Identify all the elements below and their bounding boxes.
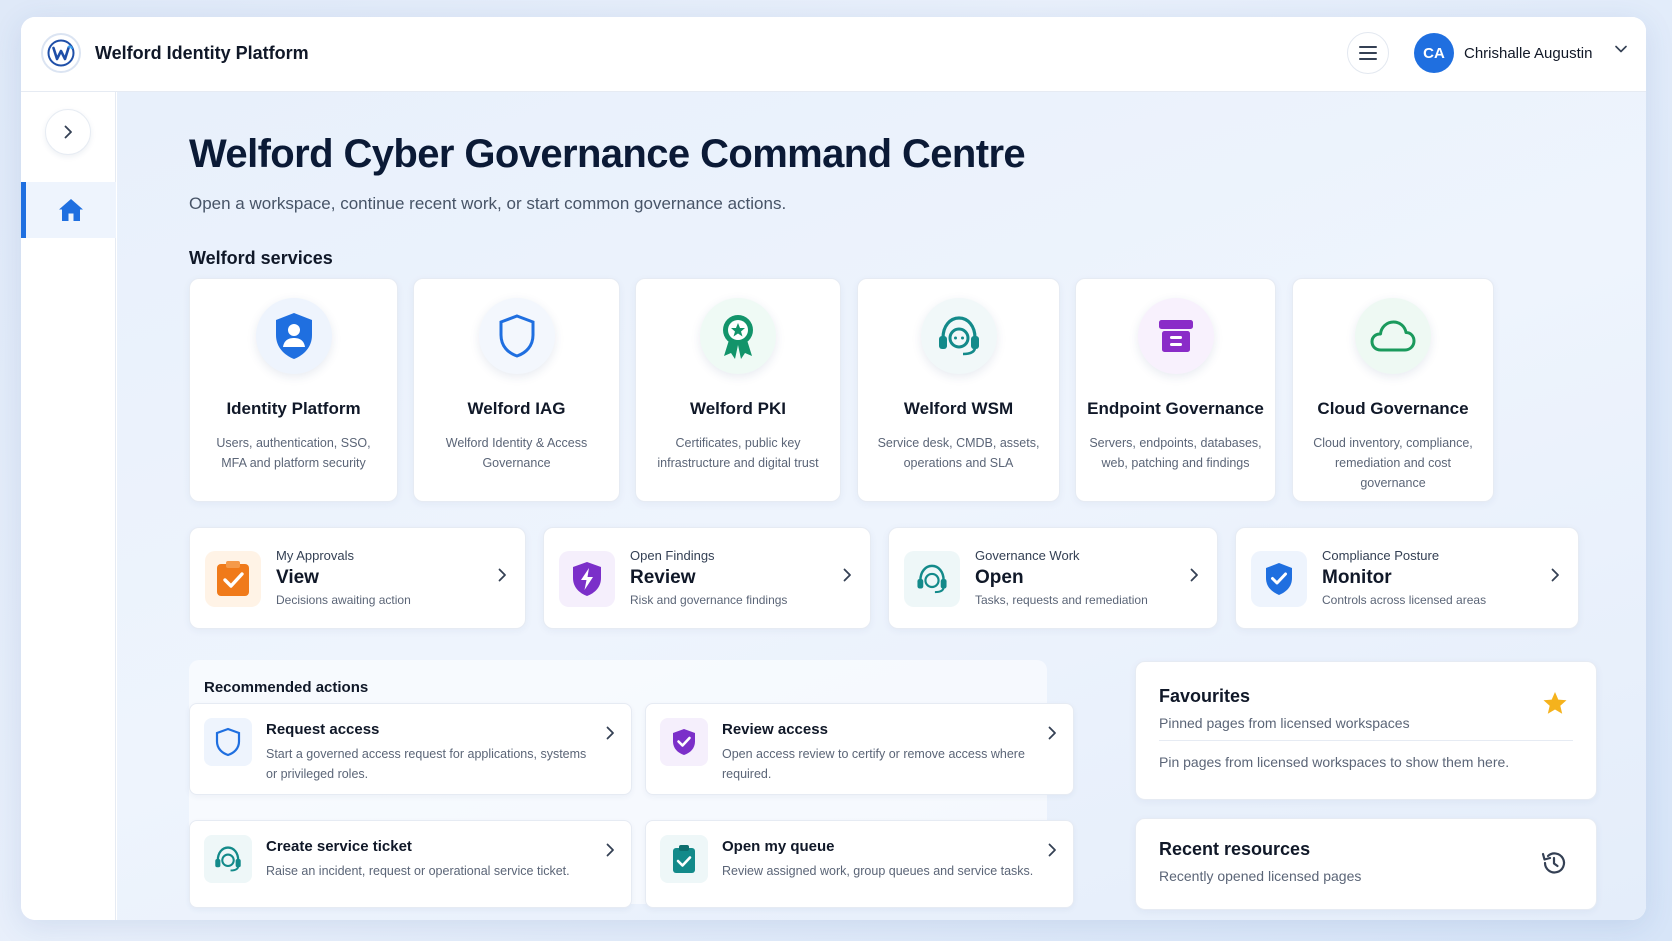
top-bar: Welford Identity Platform CA Chrishalle … [21,17,1646,92]
stat-value: View [276,567,319,588]
chevron-right-icon [606,726,614,740]
service-card-welford-wsm[interactable]: Welford WSM Service desk, CMDB, assets, … [857,278,1060,502]
app-window: Welford Identity Platform CA Chrishalle … [21,17,1646,920]
stat-card-governance-work[interactable]: Governance Work Open Tasks, requests and… [888,527,1218,629]
cloud-icon [1355,298,1431,374]
action-review-access[interactable]: Review access Open access review to cert… [645,703,1074,795]
finding-shield-icon [559,551,615,607]
recent-resources-card[interactable]: Recent resources Recently opened license… [1135,818,1597,910]
main-content: Welford Cyber Governance Command Centre … [117,92,1646,920]
action-name: Request access [266,721,380,738]
history-icon[interactable] [1540,849,1568,877]
shield-icon [478,298,555,374]
service-card-cloud-governance[interactable]: Cloud Governance Cloud inventory, compli… [1292,278,1494,502]
service-card-endpoint-governance[interactable]: Endpoint Governance Servers, endpoints, … [1075,278,1276,502]
recommended-actions-title: Recommended actions [204,679,369,696]
action-desc: Review assigned work, group queues and s… [722,864,1034,878]
service-desc: Welford Identity & Access Governance [445,436,588,470]
stat-value: Review [630,567,696,588]
action-name: Create service ticket [266,838,412,855]
chevron-down-icon[interactable] [1615,45,1627,53]
recent-resources-subtitle: Recently opened licensed pages [1159,868,1362,884]
shield-icon [204,718,252,766]
action-desc: Start a governed access request for appl… [266,747,587,781]
headset-icon [904,551,960,607]
stat-label: Governance Work [975,548,1080,563]
chevron-right-icon [606,843,614,857]
clipboard-check-icon [660,835,708,883]
action-name: Open my queue [722,838,835,855]
service-name: Identity Platform [226,399,361,418]
recent-resources-title: Recent resources [1159,839,1311,859]
service-desc: Certificates, public key infrastructure … [657,436,819,470]
stat-label: Open Findings [630,548,715,563]
menu-button[interactable] [1347,32,1389,74]
service-name: Welford IAG [467,399,566,418]
chevron-right-icon [1190,568,1198,582]
award-icon [700,298,776,374]
service-name: Welford WSM [903,399,1014,418]
sidebar-expand-button[interactable] [45,109,91,155]
service-card-welford-iag[interactable]: Welford IAG Welford Identity & Access Go… [413,278,620,502]
chevron-right-icon [498,568,506,582]
app-title: Welford Identity Platform [95,43,309,63]
page-title: Welford Cyber Governance Command Centre [189,132,1026,176]
action-open-my-queue[interactable]: Open my queue Review assigned work, grou… [645,820,1074,908]
action-desc: Raise an incident, request or operationa… [266,864,570,878]
chevron-right-icon [64,125,72,139]
chevron-right-icon [1048,726,1056,740]
service-name: Cloud Governance [1317,399,1469,418]
stat-card-open-findings[interactable]: Open Findings Review Risk and governance… [543,527,871,629]
user-name[interactable]: Chrishalle Augustin [1464,45,1592,62]
service-desc: Servers, endpoints, databases, web, patc… [1089,436,1262,470]
action-desc: Open access review to certify or remove … [722,747,1025,781]
service-desc: Users, authentication, SSO, MFA and plat… [216,436,371,470]
favourites-title: Favourites [1159,686,1251,706]
stat-desc: Risk and governance findings [630,593,788,607]
service-desc: Cloud inventory, compliance, remediation… [1313,436,1473,490]
stat-desc: Decisions awaiting action [276,593,411,607]
action-name: Review access [722,721,828,738]
action-request-access[interactable]: Request access Start a governed access r… [189,703,632,795]
star-icon[interactable] [1542,691,1568,716]
service-card-welford-pki[interactable]: Welford PKI Certificates, public key inf… [635,278,841,502]
service-name: Endpoint Governance [1087,399,1264,418]
recommended-actions-panel: Recommended actions Request access Start… [189,660,1074,908]
favourites-subtitle: Pinned pages from licensed workspaces [1159,715,1410,731]
chevron-right-icon [843,568,851,582]
welford-logo-icon[interactable] [41,33,81,73]
headset-icon [204,835,252,883]
service-name: Welford PKI [689,399,787,418]
chevron-right-icon [1048,843,1056,857]
check-shield-icon [1251,551,1307,607]
service-card-identity-platform[interactable]: Identity Platform Users, authentication,… [189,278,398,502]
check-shield-icon [660,718,708,766]
stat-label: Compliance Posture [1322,548,1440,563]
chevron-right-icon [1551,568,1559,582]
stat-card-my-approvals[interactable]: My Approvals View Decisions awaiting act… [189,527,526,629]
stat-value: Open [975,567,1024,588]
stat-label: My Approvals [276,548,355,563]
headset-icon [920,298,997,374]
user-avatar[interactable]: CA [1414,33,1454,73]
favourites-empty-message: Pin pages from licensed workspaces to sh… [1159,754,1510,770]
sidebar [21,92,116,920]
service-desc: Service desk, CMDB, assets, operations a… [877,436,1040,470]
action-create-service-ticket[interactable]: Create service ticket Raise an incident,… [189,820,632,908]
page-subtitle: Open a workspace, continue recent work, … [189,194,787,213]
home-icon [59,199,83,221]
hamburger-icon [1359,46,1377,60]
archive-icon [1137,298,1214,374]
stat-card-compliance-posture[interactable]: Compliance Posture Monitor Controls acro… [1235,527,1579,629]
stat-desc: Tasks, requests and remediation [975,593,1148,607]
sidebar-item-home[interactable] [21,182,116,238]
stat-value: Monitor [1322,567,1392,588]
approval-check-icon [205,551,261,607]
services-heading: Welford services [189,248,333,268]
favourites-card: Favourites Pinned pages from licensed wo… [1135,661,1597,800]
divider [1159,740,1573,741]
stat-desc: Controls across licensed areas [1322,593,1487,607]
user-shield-icon [255,298,332,374]
